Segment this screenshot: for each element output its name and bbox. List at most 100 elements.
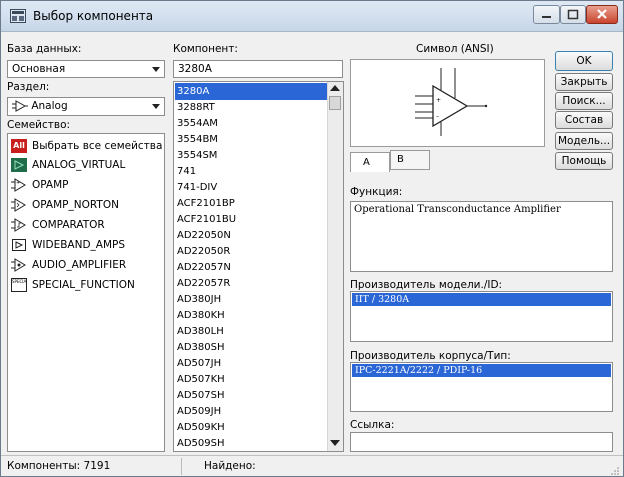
title-bar[interactable]: Выбор компонента bbox=[1, 1, 623, 32]
component-list-item[interactable]: 3554AM bbox=[175, 115, 331, 132]
component-list-item[interactable]: AD507KH bbox=[175, 371, 331, 388]
model-manufacturer-list[interactable]: IIT / 3280A bbox=[350, 291, 613, 342]
section-label: Раздел: bbox=[7, 81, 50, 93]
close-window-button[interactable] bbox=[586, 5, 618, 24]
maximize-button[interactable] bbox=[560, 5, 586, 24]
opamp-norton-icon bbox=[11, 198, 27, 212]
link-label: Ссылка: bbox=[350, 419, 395, 431]
opamp-icon: + bbox=[11, 178, 27, 192]
model-button[interactable]: Модель... bbox=[555, 132, 613, 150]
family-item-label: OPAMP bbox=[32, 179, 69, 191]
special-function-icon: SPECIAL bbox=[11, 278, 27, 292]
components-count: Компоненты: 7191 bbox=[7, 460, 111, 472]
component-list-item[interactable]: 741 bbox=[175, 163, 331, 180]
family-item-all[interactable]: All Выбрать все семейства bbox=[11, 137, 162, 155]
component-list-item[interactable]: 3288RT bbox=[175, 99, 331, 116]
family-item-analog-virtual[interactable]: ANALOG_VIRTUAL bbox=[11, 156, 125, 174]
family-list[interactable]: All Выбрать все семейства ANALOG_VIRTUAL… bbox=[7, 133, 165, 452]
component-list-item[interactable]: AD507SH bbox=[175, 387, 331, 404]
model-manufacturer-item[interactable]: IIT / 3280A bbox=[352, 293, 611, 306]
family-item-label: Выбрать все семейства bbox=[32, 140, 163, 152]
tab-symbol-a[interactable]: A bbox=[350, 152, 390, 172]
component-list-item[interactable]: AD22057R bbox=[175, 275, 331, 292]
component-list-item[interactable]: AD22050N bbox=[175, 227, 331, 244]
detail-button[interactable]: Состав bbox=[555, 111, 613, 129]
scroll-down-arrow-icon[interactable] bbox=[330, 440, 340, 446]
resize-grip-icon[interactable] bbox=[610, 465, 619, 475]
family-item-opamp[interactable]: + OPAMP bbox=[11, 176, 69, 194]
component-list-item[interactable]: 3280A bbox=[175, 83, 331, 100]
analog-opamp-icon bbox=[12, 100, 28, 112]
component-select-dialog: Выбор компонента База данных: Основная Р… bbox=[0, 0, 624, 477]
component-list-item[interactable]: AD380JH bbox=[175, 291, 331, 308]
component-list[interactable]: AD509SH AD509KH AD509JH AD507SH AD507KH AD507… bbox=[173, 81, 344, 452]
database-select[interactable]: Основная bbox=[7, 60, 165, 78]
component-list-item[interactable]: 3554BM bbox=[175, 131, 331, 148]
chevron-down-icon bbox=[152, 104, 160, 109]
app-icon bbox=[10, 9, 26, 23]
scrollbar-thumb[interactable] bbox=[329, 96, 341, 110]
link-field[interactable] bbox=[350, 432, 613, 452]
opamp-symbol-icon: + – bbox=[415, 68, 488, 136]
wideband-amp-icon bbox=[11, 238, 27, 252]
section-select[interactable]: Analog bbox=[7, 97, 165, 116]
package-manufacturer-item[interactable]: IPC-2221A/2222 / PDIP-16 bbox=[352, 364, 611, 377]
help-button[interactable]: Помощь bbox=[555, 152, 613, 170]
minimize-button[interactable] bbox=[533, 5, 560, 24]
family-label: Семейство: bbox=[7, 119, 71, 131]
search-button[interactable]: Поиск... bbox=[555, 92, 613, 110]
family-item-label: WIDEBAND_AMPS bbox=[32, 239, 126, 251]
function-label: Функция: bbox=[350, 186, 403, 198]
family-item-wideband-amps[interactable]: WIDEBAND_AMPS bbox=[11, 236, 125, 254]
component-list-item[interactable]: AD507JH bbox=[175, 355, 331, 372]
family-item-opamp-norton[interactable]: OPAMP_NORTON bbox=[11, 196, 119, 214]
component-list-item[interactable]: 3554SM bbox=[175, 147, 331, 164]
family-item-label: COMPARATOR bbox=[32, 219, 105, 231]
virtual-component-icon bbox=[11, 158, 27, 172]
family-item-label: AUDIO_AMPLIFIER bbox=[32, 259, 127, 271]
chevron-down-icon bbox=[152, 67, 160, 72]
family-item-special-function[interactable]: SPECIAL SPECIAL_FUNCTION bbox=[11, 276, 135, 294]
status-divider bbox=[181, 458, 182, 475]
component-list-item[interactable]: AD380LH bbox=[175, 323, 331, 340]
symbol-label: Символ (ANSI) bbox=[416, 43, 494, 55]
family-item-audio-amplifier[interactable]: AUDIO_AMPLIFIER bbox=[11, 256, 126, 274]
component-list-item[interactable]: AD509SH bbox=[175, 435, 331, 451]
family-item-label: SPECIAL_FUNCTION bbox=[32, 279, 135, 291]
component-list-item[interactable]: ACF2101BP bbox=[175, 195, 331, 212]
family-item-comparator[interactable]: COMPARATOR bbox=[11, 216, 105, 234]
function-value: Operational Transconductance Amplifier bbox=[354, 204, 561, 215]
family-item-label: OPAMP_NORTON bbox=[32, 199, 119, 211]
scroll-up-arrow-icon[interactable] bbox=[330, 85, 340, 91]
svg-text:+: + bbox=[16, 180, 20, 186]
component-list-item[interactable]: ACF2101BU bbox=[175, 211, 331, 228]
all-families-icon: All bbox=[11, 139, 27, 153]
package-manufacturer-list[interactable]: IPC-2221A/2222 / PDIP-16 bbox=[350, 362, 613, 412]
component-list-item[interactable]: AD509KH bbox=[175, 419, 331, 436]
database-label: База данных: bbox=[7, 43, 82, 55]
component-search-input[interactable]: 3280A bbox=[173, 60, 343, 78]
status-bar: Компоненты: 7191 Найдено: bbox=[1, 455, 623, 476]
found-count: Найдено: bbox=[204, 460, 256, 472]
svg-text:+: + bbox=[436, 97, 441, 104]
model-manufacturer-label: Производитель модели./ID: bbox=[350, 279, 503, 291]
svg-text:–: – bbox=[436, 113, 439, 120]
close-button[interactable]: Закрыть bbox=[555, 73, 613, 91]
component-list-item[interactable]: AD22050R bbox=[175, 243, 331, 260]
component-list-item[interactable]: AD509JH bbox=[175, 403, 331, 420]
component-list-scrollbar[interactable] bbox=[327, 82, 343, 451]
ok-button[interactable]: OK bbox=[555, 51, 613, 71]
component-list-item[interactable]: AD380SH bbox=[175, 339, 331, 356]
audio-amplifier-icon bbox=[11, 258, 27, 272]
symbol-preview: + – bbox=[350, 59, 545, 147]
tab-symbol-b[interactable]: B bbox=[390, 150, 430, 170]
database-value: Основная bbox=[12, 63, 66, 75]
component-list-item[interactable]: AD22057N bbox=[175, 259, 331, 276]
component-list-item[interactable]: AD380KH bbox=[175, 307, 331, 324]
package-manufacturer-label: Производитель корпуса/Тип: bbox=[350, 350, 511, 362]
component-search-value: 3280A bbox=[178, 63, 212, 75]
window-title: Выбор компонента bbox=[33, 9, 154, 23]
component-list-item[interactable]: 741-DIV bbox=[175, 179, 331, 196]
comparator-icon bbox=[11, 218, 27, 232]
function-field: Operational Transconductance Amplifier bbox=[350, 201, 613, 272]
